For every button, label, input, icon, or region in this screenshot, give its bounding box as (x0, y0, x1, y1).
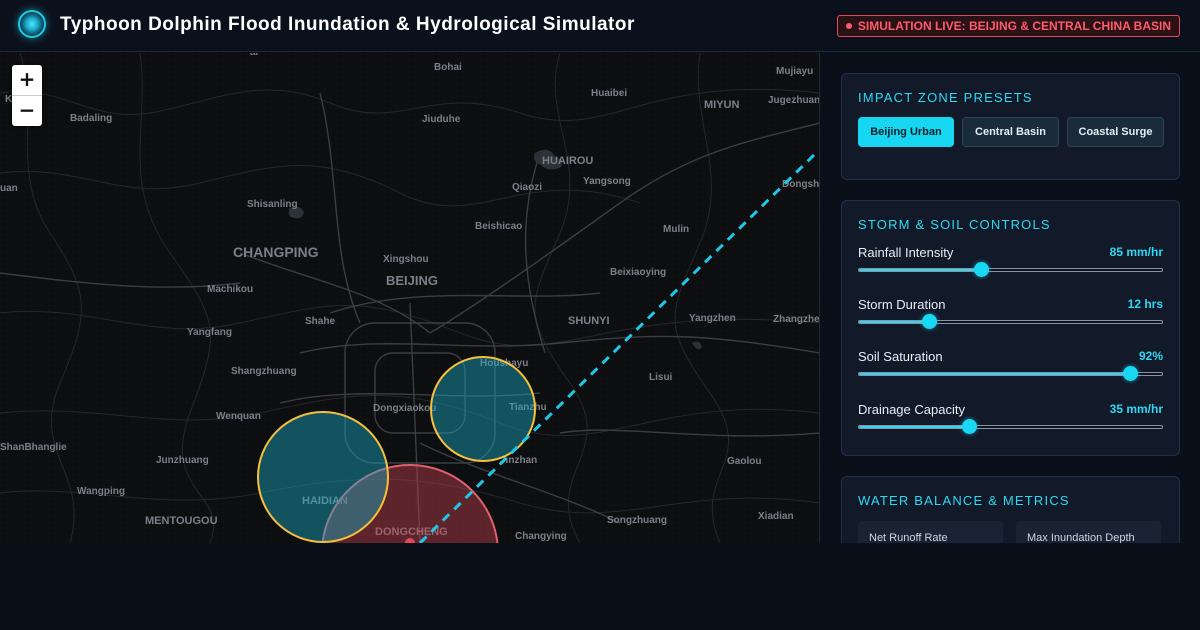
preset-central-basin-button[interactable]: Central Basin (962, 117, 1059, 147)
slider-value: 85 mm/hr (1109, 245, 1163, 259)
drainage-capacity-control: Drainage Capacity 35 mm/hr (858, 402, 1163, 446)
place-label: Xiadian (758, 511, 794, 522)
zoom-out-button[interactable]: − (12, 95, 42, 126)
storm-soil-controls-panel: STORM & SOIL CONTROLS Rainfall Intensity… (841, 200, 1180, 456)
soil-saturation-slider[interactable] (858, 366, 1163, 381)
place-label: Dongxiaokou (373, 403, 436, 414)
simulation-live-badge: SIMULATION LIVE: BEIJING & CENTRAL CHINA… (836, 15, 1180, 37)
slider-fill (859, 426, 969, 428)
place-label: Mujiayu (776, 66, 813, 77)
place-label: CHANGPING (233, 244, 319, 260)
slider-thumb[interactable] (1123, 366, 1139, 381)
place-label: Mulin (663, 224, 689, 235)
place-label: Xingshou (383, 254, 429, 265)
viewport-bottom-area (0, 543, 1200, 630)
slider-value: 12 hrs (1127, 297, 1163, 311)
storm-duration-control: Storm Duration 12 hrs (858, 297, 1163, 341)
rainfall-intensity-slider[interactable] (858, 262, 1163, 277)
place-label: Yangsong (583, 176, 631, 187)
controls-title: STORM & SOIL CONTROLS (858, 217, 1051, 232)
slider-label: Rainfall Intensity (858, 245, 954, 260)
slider-value: 35 mm/hr (1109, 402, 1163, 416)
place-label: Junzhuang (156, 455, 209, 466)
preset-beijing-urban-button[interactable]: Beijing Urban (858, 117, 954, 147)
preset-coastal-surge-button[interactable]: Coastal Surge (1067, 117, 1164, 147)
place-label: Badaling (70, 113, 112, 124)
map-canvas[interactable]: al Bohai Mujiayu Huaibei MIYUN Jugezhuan… (0, 53, 820, 543)
slider-fill (859, 269, 981, 271)
slider-label: Soil Saturation (858, 349, 943, 364)
place-label: al (250, 53, 259, 58)
place-label: Machikou (207, 284, 253, 295)
slider-fill (859, 373, 1131, 375)
zoom-in-button[interactable]: + (12, 65, 42, 95)
place-label: MIYUN (704, 99, 740, 111)
place-label: Wenquan (216, 411, 261, 422)
place-label: Shahe (305, 316, 335, 327)
place-label: Jugezhuan (768, 95, 820, 106)
flood-zone-shunyi[interactable] (430, 356, 536, 462)
slider-thumb[interactable] (961, 419, 977, 434)
place-label: Bohai (434, 62, 462, 73)
presets-title: IMPACT ZONE PRESETS (858, 90, 1033, 105)
soil-saturation-control: Soil Saturation 92% (858, 349, 1163, 393)
place-label: Changying (515, 531, 567, 542)
place-label: uan (0, 183, 18, 194)
place-label: Shisanling (247, 199, 298, 210)
place-label: Yangzhen (689, 313, 736, 324)
live-dot-icon (845, 23, 852, 29)
place-label: ShanBhanglie (0, 442, 67, 453)
slider-value: 92% (1138, 349, 1163, 363)
slider-label: Storm Duration (858, 297, 946, 312)
preset-button-row: Beijing Urban Central Basin Coastal Surg… (858, 117, 1164, 147)
place-label: Wangping (77, 486, 125, 497)
place-label: Beixiaoying (610, 267, 666, 278)
flood-zone-haidian[interactable] (257, 411, 389, 543)
slider-thumb[interactable] (974, 262, 989, 277)
rainfall-intensity-control: Rainfall Intensity 85 mm/hr (858, 245, 1163, 289)
app-title: Typhoon Dolphin Flood Inundation & Hydro… (60, 14, 635, 35)
zoom-control: + − (12, 65, 42, 126)
place-label: Beishicao (475, 221, 522, 232)
metrics-title: WATER BALANCE & METRICS (858, 493, 1070, 508)
place-label: HUAIROU (542, 155, 593, 167)
drainage-capacity-slider[interactable] (858, 419, 1163, 434)
place-label: Songzhuang (607, 515, 667, 526)
slider-thumb[interactable] (922, 314, 938, 329)
place-label: Shangzhuang (231, 366, 297, 377)
place-label: Huaibei (591, 88, 627, 99)
storm-duration-slider[interactable] (858, 314, 1163, 329)
place-label: BEIJING (386, 273, 438, 288)
place-label: Yangfang (187, 327, 232, 338)
impact-zone-presets-panel: IMPACT ZONE PRESETS Beijing Urban Centra… (841, 73, 1180, 180)
place-label: Qiaozi (512, 182, 542, 193)
radar-logo-icon (18, 10, 46, 38)
place-label: Zhangzhe (773, 314, 820, 325)
place-label: Gaolou (727, 456, 761, 467)
place-label: Jiuduhe (422, 114, 461, 125)
place-label: SHUNYI (568, 315, 610, 327)
live-status-text: SIMULATION LIVE: BEIJING & CENTRAL CHINA… (857, 19, 1171, 33)
map-view[interactable]: al Bohai Mujiayu Huaibei MIYUN Jugezhuan… (0, 53, 820, 543)
slider-fill (859, 321, 930, 323)
place-label: MENTOUGOU (145, 515, 218, 527)
slider-label: Drainage Capacity (858, 402, 965, 417)
app-header: Typhoon Dolphin Flood Inundation & Hydro… (0, 0, 1200, 52)
place-label: Lisui (649, 372, 673, 383)
